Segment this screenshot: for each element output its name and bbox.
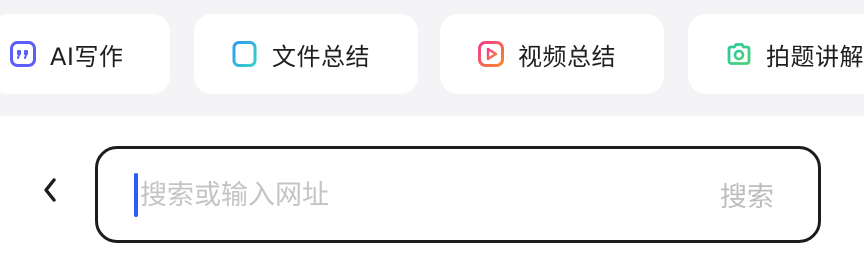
search-bar-area: 搜索: [0, 116, 864, 266]
video-summary-button[interactable]: 视频总结: [440, 14, 664, 94]
chevron-left-icon: [40, 176, 60, 208]
search-input[interactable]: [140, 169, 660, 221]
video-play-icon: [478, 41, 504, 67]
file-summary-button[interactable]: 文件总结: [194, 14, 418, 94]
camera-icon: [726, 41, 752, 67]
search-button[interactable]: 搜索: [720, 175, 774, 214]
file-summary-label: 文件总结: [272, 42, 370, 71]
photo-question-label: 拍题讲解: [766, 42, 864, 71]
ai-writing-label: AI写作: [50, 42, 124, 71]
text-cursor: [134, 173, 138, 217]
document-icon: [232, 41, 258, 67]
quick-actions-bar: AI写作 文件总结 视频总结 拍题讲解: [0, 0, 864, 116]
photo-question-button[interactable]: 拍题讲解: [688, 14, 864, 94]
back-button[interactable]: [30, 172, 70, 212]
quote-icon: [10, 41, 36, 67]
ai-writing-button[interactable]: AI写作: [0, 14, 170, 94]
search-box: 搜索: [95, 146, 821, 243]
video-summary-label: 视频总结: [518, 42, 616, 71]
